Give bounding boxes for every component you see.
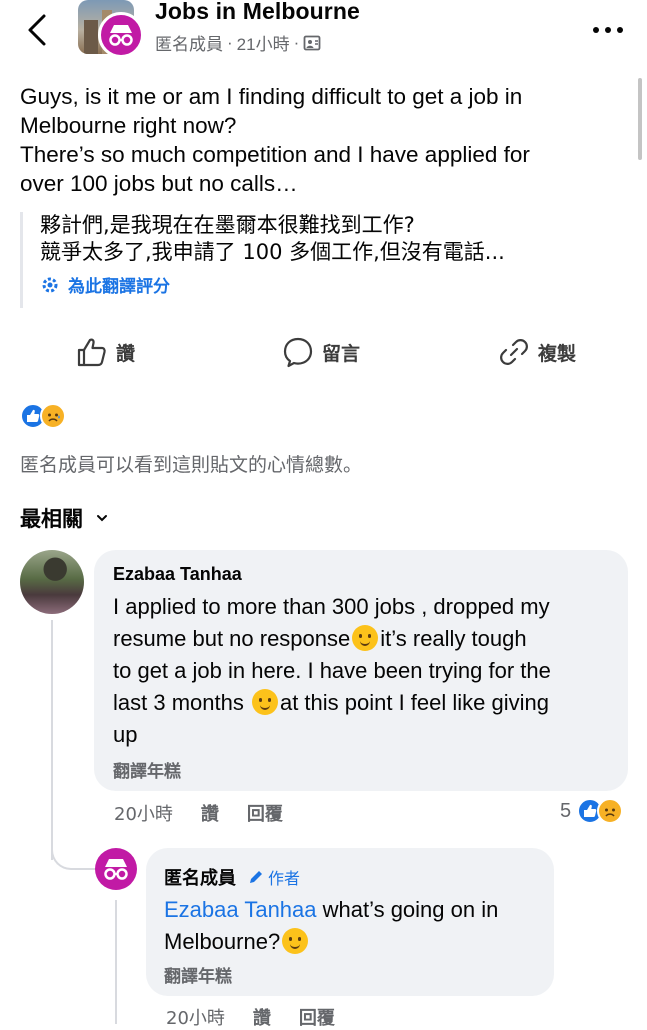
reply-time[interactable]: 20小時 [166, 1004, 225, 1030]
post-reactions[interactable] [20, 403, 66, 429]
post-text-line: There’s so much competition and I have a… [20, 142, 530, 167]
meta-separator: · [293, 32, 300, 52]
chevron-down-icon [97, 515, 107, 522]
meta-separator: · [227, 32, 233, 52]
comment-bubble[interactable]: Ezabaa Tanhaa I applied to more than 300… [94, 550, 628, 791]
sad-reaction-icon [40, 403, 66, 429]
slight-smile-emoji-icon [352, 625, 379, 651]
like-label: 讚 [116, 342, 136, 365]
scrollbar[interactable] [638, 78, 642, 160]
post-time[interactable]: 21小時 [237, 30, 290, 55]
rate-translation-label: 為此翻譯評分 [68, 277, 170, 297]
post-meta: 匿名成員 · 21小時 · [155, 30, 321, 55]
comment-text-segment: at this point I feel like giving [279, 690, 549, 715]
author-badge-label: 作者 [268, 869, 301, 888]
post-text-line: over 100 jobs but no calls… [20, 171, 298, 196]
thumbs-up-icon [77, 338, 106, 367]
comment-text-segment: last 3 months [113, 690, 250, 715]
sad-reaction-icon [597, 798, 624, 824]
comment-reactions[interactable]: 5 [560, 798, 624, 824]
reply-author-row: 匿名成員 作者 [164, 864, 536, 890]
post-text-line: Melbourne right now? [20, 113, 237, 138]
anonymous-avatar[interactable] [95, 848, 137, 890]
comment-button[interactable]: 留言 [282, 336, 360, 368]
more-dots-icon [593, 27, 623, 33]
see-translation-link[interactable]: 翻譯年糕 [113, 757, 608, 782]
comment-meta: 20小時 讚 回覆 [114, 800, 311, 826]
comment-text-segment: resume but no response [113, 626, 351, 651]
comment-text-segment: up [113, 722, 138, 747]
comment-text-segment: to get a job in here. I have been trying… [113, 658, 551, 683]
reply-text-segment: what’s going on in [316, 897, 499, 922]
reply-text: Ezabaa Tanhaa what’s going on in Melbour… [164, 894, 536, 958]
reaction-visibility-note: 匿名成員可以看到這則貼文的心情總數。 [20, 454, 363, 476]
like-button[interactable]: 讚 [76, 336, 135, 368]
comment-time[interactable]: 20小時 [114, 800, 173, 826]
comment-label: 留言 [322, 342, 361, 365]
comment-author[interactable]: Ezabaa Tanhaa [113, 564, 608, 585]
incognito-icon [104, 859, 128, 880]
members-only-icon [303, 35, 321, 50]
chevron-left-icon [28, 14, 46, 46]
link-icon [500, 339, 528, 365]
back-button[interactable] [20, 10, 56, 50]
sort-label: 最相關 [20, 507, 83, 531]
translation-line: 夥計們,是我現在在墨爾本很難找到工作? [40, 213, 415, 237]
reply-bubble[interactable]: 匿名成員 作者 Ezabaa Tanhaa what’s going on in… [146, 848, 554, 996]
comment-reply-button[interactable]: 回覆 [247, 800, 283, 826]
comment-reaction-count: 5 [560, 799, 572, 822]
comment-like-button[interactable]: 讚 [201, 800, 219, 826]
mention-link[interactable]: Ezabaa Tanhaa [164, 897, 317, 922]
post-text-line: Guys, is it me or am I finding difficult… [20, 84, 523, 109]
gear-icon [42, 277, 58, 292]
comment-text-segment: it’s really tough [380, 626, 527, 651]
incognito-icon [109, 25, 133, 46]
reply-reply-button[interactable]: 回覆 [299, 1004, 335, 1030]
reply-meta: 20小時 讚 回覆 [166, 1004, 363, 1030]
crying-emoji-icon [282, 928, 309, 954]
comment-text: I applied to more than 300 jobs , droppe… [113, 591, 608, 751]
post-author[interactable]: 匿名成員 [155, 30, 223, 55]
copy-link-button[interactable]: 複製 [498, 336, 576, 368]
thread-line [115, 900, 117, 1024]
translation-line: 競爭太多了,我申請了 100 多個工作,但沒有電話... [40, 240, 505, 264]
commenter-avatar[interactable] [20, 550, 84, 614]
slight-smile-emoji-icon [251, 689, 278, 715]
see-translation-link[interactable]: 翻譯年糕 [164, 962, 536, 987]
reply-text-segment: Melbourne? [164, 929, 281, 954]
comment-text-segment: I applied to more than 300 jobs , droppe… [113, 594, 550, 619]
post-translation: 夥計們,是我現在在墨爾本很難找到工作? 競爭太多了,我申請了 100 多個工作,… [20, 212, 640, 308]
thread-connector [51, 820, 97, 870]
author-badge: 作者 [248, 865, 300, 889]
comment-sort-dropdown[interactable]: 最相關 [20, 503, 109, 533]
pencil-icon [250, 871, 262, 883]
anonymous-avatar[interactable] [98, 12, 144, 58]
post-text: Guys, is it me or am I finding difficult… [20, 82, 620, 198]
group-name[interactable]: Jobs in Melbourne [155, 0, 360, 25]
reply-like-button[interactable]: 讚 [253, 1004, 271, 1030]
rate-translation-link[interactable]: 為此翻譯評分 [40, 272, 640, 297]
more-options-button[interactable] [590, 22, 626, 38]
reply-author[interactable]: 匿名成員 [164, 864, 236, 890]
comment-bubble-icon [283, 337, 313, 368]
copy-label: 複製 [538, 342, 577, 365]
